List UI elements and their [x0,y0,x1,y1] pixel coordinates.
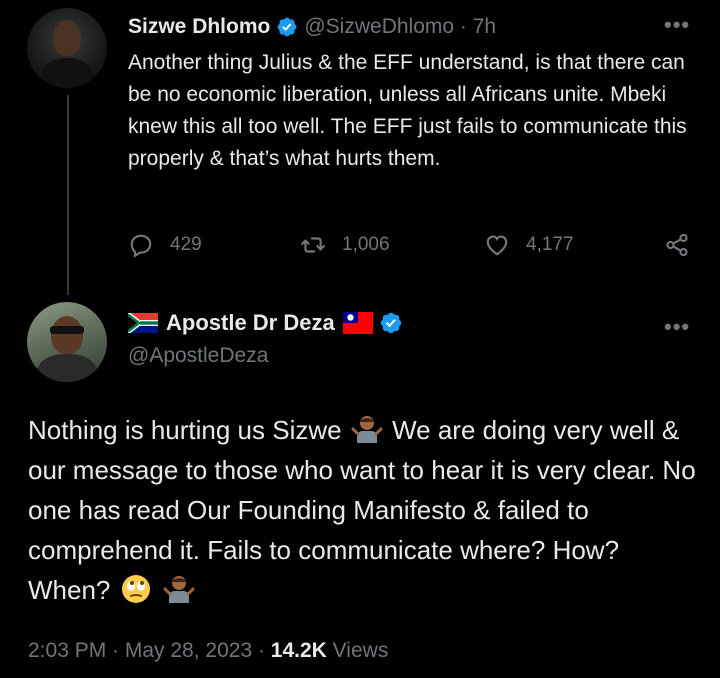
tweet2-views-label: Views [326,639,389,662]
tweet1-header: Sizwe Dhlomo @SizweDhlomo · 7h [128,12,496,42]
tweet2-header: Apostle Dr Deza [128,310,409,336]
taiwan-flag-icon [342,312,373,334]
avatar-body-shape [37,354,97,382]
more-icon[interactable]: ••• [664,314,690,340]
tweet2-text-part1: Nothing is hurting us Sizwe [28,415,342,445]
like-button[interactable]: 4,177 [484,232,574,258]
tweet1-separator: · [454,15,473,38]
tweet1-actions: 429 1,006 4,177 [128,232,698,264]
retweet-button[interactable]: 1,006 [300,232,390,258]
tweet1-time[interactable]: 7h [473,15,496,39]
retweet-count: 1,006 [342,234,390,255]
face-with-rolling-eyes-emoji-icon [121,575,150,603]
avatar-body-shape [41,58,93,88]
more-icon[interactable]: ••• [664,12,690,38]
tweet1-handle[interactable]: @SizweDhlomo [304,15,454,39]
avatar-sizwe[interactable] [27,8,107,88]
heart-icon [486,235,508,256]
verified-badge-icon [380,312,401,334]
tweet1-text: Another thing Julius & the EFF understan… [128,51,687,170]
thread-connector-line [67,95,69,295]
reply-button[interactable]: 429 [128,232,202,258]
person-shrugging-emoji-icon [163,576,195,603]
avatar-head-shape [53,20,81,56]
tweet2-author-name[interactable]: Apostle Dr Deza [166,310,335,336]
tweet2-views-count[interactable]: 14.2K [271,639,327,662]
person-shrugging-emoji-icon [351,416,383,443]
tweet1-author-name[interactable]: Sizwe Dhlomo [128,15,270,39]
avatar-head-shape [51,316,83,354]
tweet2-timestamp[interactable]: 2:03 PM · May 28, 2023 · [28,639,271,662]
tweet2-handle[interactable]: @ApostleDeza [128,344,268,368]
retweet-icon [301,237,325,253]
verified-badge-icon [277,17,297,37]
reply-count: 429 [170,234,202,255]
share-icon [666,233,688,257]
sunglasses-shape [50,326,84,334]
tweet2-meta: 2:03 PM · May 28, 2023 · 14.2K Views [28,639,388,663]
reply-icon [130,234,152,258]
south-africa-flag-icon [128,313,158,333]
tweet2-text: Nothing is hurting us Sizwe We are doing… [28,410,698,610]
share-button[interactable] [664,232,706,258]
like-count: 4,177 [526,234,574,255]
avatar-apostle-deza[interactable] [27,302,107,382]
